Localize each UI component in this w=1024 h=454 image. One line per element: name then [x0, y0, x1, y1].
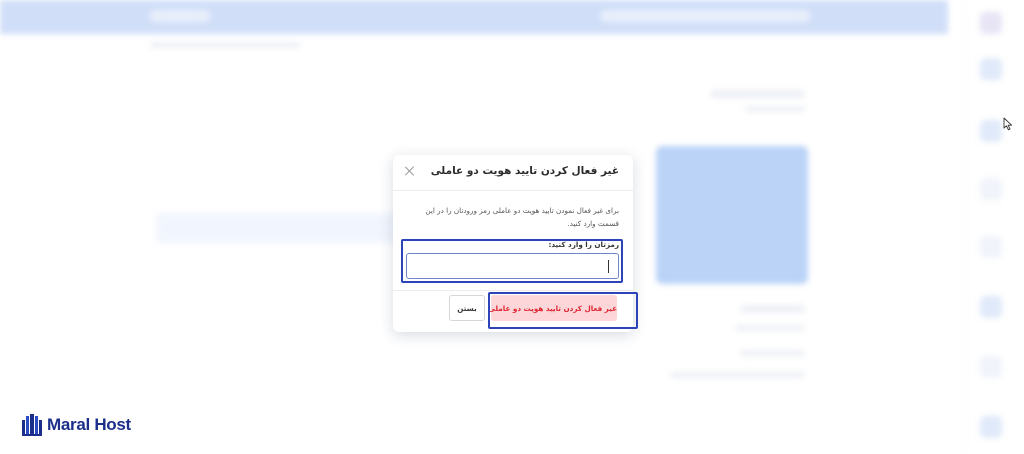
modal-footer-divider [393, 290, 633, 291]
password-label: رمزتان را وارد کنید: [548, 240, 619, 249]
close-icon[interactable] [403, 164, 417, 178]
logo-building-icon [22, 414, 42, 436]
password-input[interactable] [406, 253, 619, 279]
mouse-cursor-icon [1003, 117, 1013, 131]
modal-description: برای غیر فعال نمودن تایید هویت دو عاملی … [425, 206, 619, 228]
text-caret [608, 260, 609, 273]
modal-title: غیر فعال کردن تایید هویت دو عاملی [430, 165, 619, 177]
page: غیر فعال کردن تایید هویت دو عاملی برای غ… [0, 0, 1024, 454]
deactivate-2fa-button[interactable]: غیر فعال کردن تایید هویت دو عاملی [488, 295, 617, 321]
close-button[interactable]: بستن [449, 295, 485, 321]
modal-header: غیر فعال کردن تایید هویت دو عاملی [393, 155, 633, 191]
disable-2fa-modal: غیر فعال کردن تایید هویت دو عاملی برای غ… [393, 155, 633, 332]
maral-host-logo: Maral Host [22, 414, 131, 436]
logo-text: Maral Host [47, 415, 131, 434]
